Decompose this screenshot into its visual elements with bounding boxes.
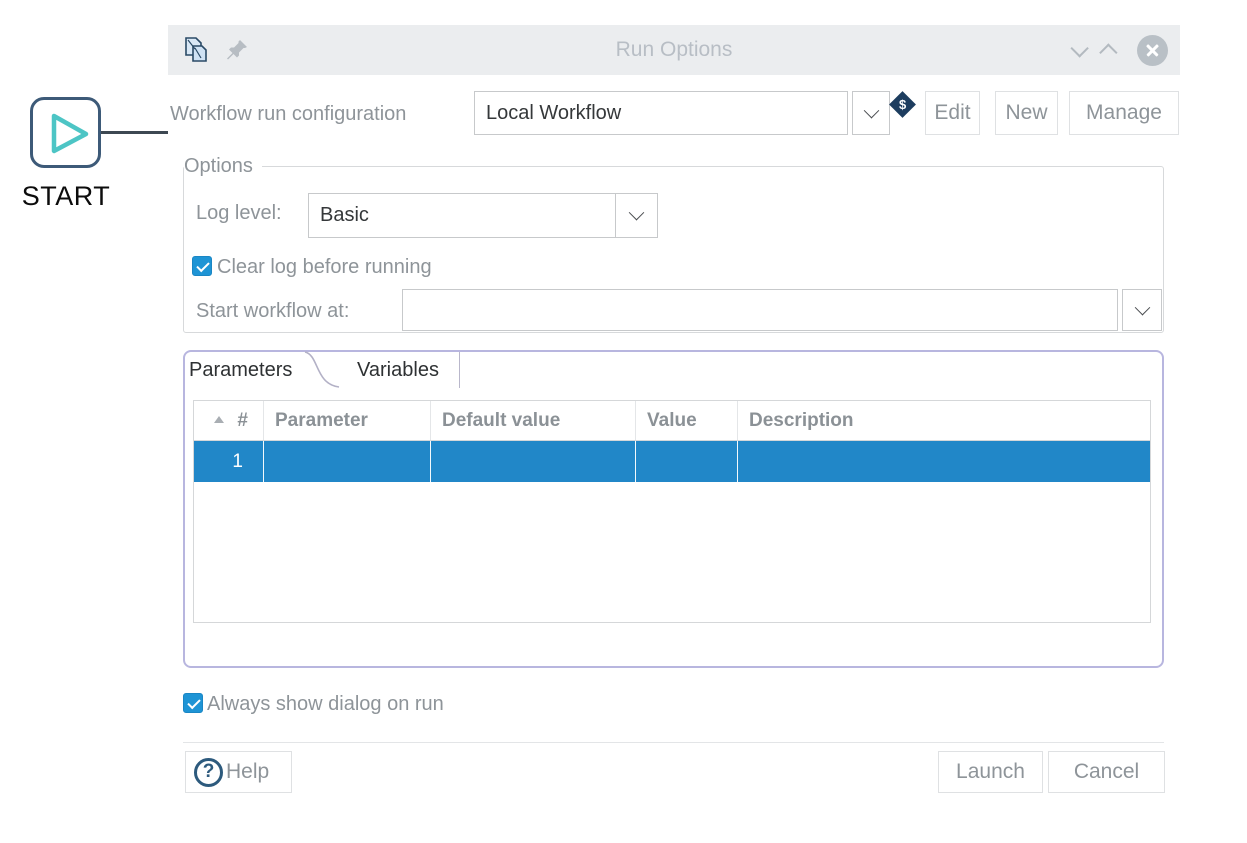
- window-shade-icon[interactable]: [1070, 39, 1088, 57]
- sort-asc-icon: [214, 416, 224, 423]
- parameters-table[interactable]: # Parameter Default value Value Descript…: [193, 400, 1151, 623]
- new-button[interactable]: New: [995, 91, 1058, 135]
- options-group-legend: Options: [184, 155, 262, 178]
- start-workflow-at-dropdown-button[interactable]: [1122, 289, 1162, 331]
- cancel-button[interactable]: Cancel: [1048, 751, 1165, 793]
- start-workflow-at-label: Start workflow at:: [196, 298, 349, 324]
- table-row-selected[interactable]: 1: [194, 441, 1150, 482]
- manage-button[interactable]: Manage: [1069, 91, 1179, 135]
- close-icon[interactable]: [1137, 35, 1168, 66]
- launch-button[interactable]: Launch: [938, 751, 1043, 793]
- header-default-value[interactable]: Default value: [431, 401, 636, 440]
- tab-curve-divider: [303, 351, 341, 389]
- dialog-titlebar[interactable]: Run Options: [168, 25, 1180, 75]
- cell-num[interactable]: 1: [194, 441, 264, 482]
- header-num[interactable]: #: [194, 401, 264, 440]
- tab-parameters[interactable]: Parameters: [189, 352, 292, 388]
- chevron-down-icon: [1134, 299, 1150, 315]
- start-node[interactable]: [30, 97, 101, 168]
- header-value[interactable]: Value: [636, 401, 738, 440]
- chevron-down-icon: [629, 205, 645, 221]
- clear-log-label: Clear log before running: [217, 254, 432, 280]
- start-node-label: START: [10, 181, 122, 212]
- node-connector-line: [101, 131, 168, 134]
- table-header-row[interactable]: # Parameter Default value Value Descript…: [194, 401, 1150, 441]
- run-configuration-combo[interactable]: Local Workflow: [474, 91, 848, 135]
- clear-log-checkbox[interactable]: [192, 256, 212, 276]
- variables-dollar-icon[interactable]: $: [889, 91, 916, 118]
- chevron-down-icon: [863, 102, 879, 118]
- help-icon: ?: [194, 758, 223, 787]
- cell-parameter[interactable]: [264, 441, 431, 482]
- play-icon: [34, 101, 98, 165]
- cell-default-value[interactable]: [431, 441, 636, 482]
- edit-button[interactable]: Edit: [925, 91, 980, 135]
- footer-divider: [183, 742, 1164, 743]
- dialog-title: Run Options: [168, 25, 1180, 75]
- always-show-label: Always show dialog on run: [207, 691, 444, 717]
- workflow-canvas: START Run Options Workflow run configura…: [0, 0, 1247, 843]
- log-level-combo[interactable]: Basic: [308, 193, 616, 238]
- always-show-checkbox[interactable]: [183, 693, 203, 713]
- cell-description[interactable]: [738, 441, 1150, 482]
- run-configuration-label: Workflow run configuration: [170, 101, 406, 127]
- cell-value[interactable]: [636, 441, 738, 482]
- log-level-dropdown-button[interactable]: [615, 193, 658, 238]
- window-unshade-icon[interactable]: [1099, 43, 1117, 61]
- header-description[interactable]: Description: [738, 401, 1150, 440]
- start-workflow-at-combo[interactable]: [402, 289, 1118, 331]
- tab-variables[interactable]: Variables: [337, 352, 460, 388]
- log-level-label: Log level:: [196, 200, 282, 226]
- help-button[interactable]: ? Help: [185, 751, 292, 793]
- header-parameter[interactable]: Parameter: [264, 401, 431, 440]
- run-configuration-dropdown-button[interactable]: [852, 91, 890, 135]
